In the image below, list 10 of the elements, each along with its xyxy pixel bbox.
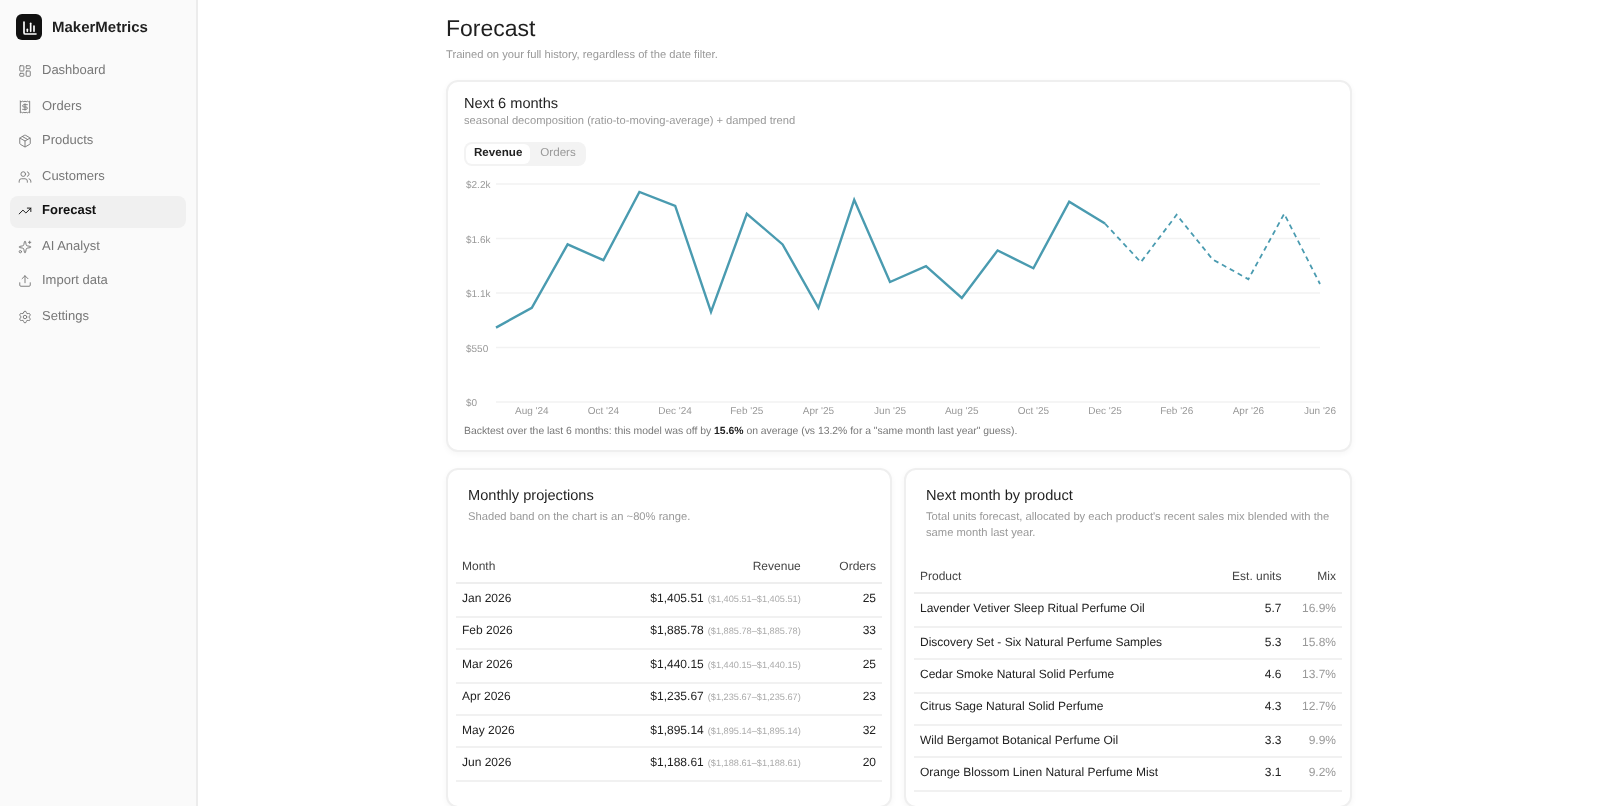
trend-icon [18, 204, 32, 219]
logo-icon [16, 14, 42, 40]
page-title: Forecast [446, 18, 538, 42]
dashboard-icon [18, 64, 32, 79]
receipt-icon [18, 99, 32, 114]
settings-icon [18, 309, 32, 324]
box-icon [18, 134, 32, 149]
upload-icon [18, 274, 32, 289]
sparkles-icon [18, 239, 32, 254]
people-icon [18, 169, 32, 184]
